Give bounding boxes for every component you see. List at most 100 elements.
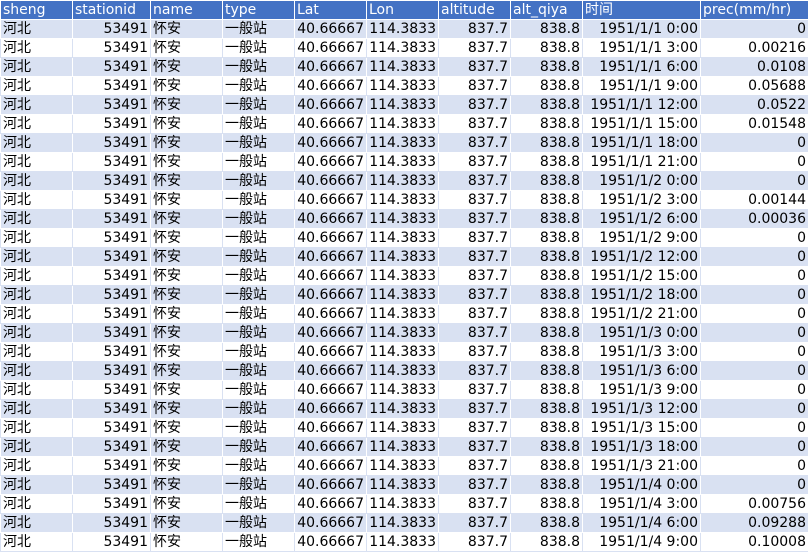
- cell-prec[interactable]: 0.0108: [700, 57, 808, 77]
- cell-altitude[interactable]: 837.7: [438, 190, 511, 210]
- cell-sheng[interactable]: 河北: [0, 228, 73, 248]
- cell-type[interactable]: 一般站: [222, 304, 295, 324]
- cell-prec[interactable]: 0.00216: [700, 38, 808, 58]
- cell-time[interactable]: 1951/1/1 18:00: [582, 133, 701, 153]
- cell-stationid[interactable]: 53491: [72, 19, 151, 39]
- cell-lon[interactable]: 114.3833: [366, 95, 439, 115]
- cell-lon[interactable]: 114.3833: [366, 342, 439, 362]
- cell-name[interactable]: 怀安: [150, 304, 223, 324]
- cell-altitude[interactable]: 837.7: [438, 342, 511, 362]
- cell-stationid[interactable]: 53491: [72, 95, 151, 115]
- cell-lat[interactable]: 40.66667: [294, 152, 367, 172]
- cell-altitude[interactable]: 837.7: [438, 209, 511, 229]
- cell-lon[interactable]: 114.3833: [366, 456, 439, 476]
- cell-sheng[interactable]: 河北: [0, 114, 73, 134]
- cell-lon[interactable]: 114.3833: [366, 171, 439, 191]
- cell-alt-qiya[interactable]: 838.8: [510, 342, 583, 362]
- cell-alt-qiya[interactable]: 838.8: [510, 494, 583, 514]
- cell-alt-qiya[interactable]: 838.8: [510, 152, 583, 172]
- cell-altitude[interactable]: 837.7: [438, 494, 511, 514]
- cell-time[interactable]: 1951/1/2 12:00: [582, 247, 701, 267]
- cell-name[interactable]: 怀安: [150, 456, 223, 476]
- cell-prec[interactable]: 0.01548: [700, 114, 808, 134]
- cell-prec[interactable]: 0: [700, 418, 808, 438]
- cell-altitude[interactable]: 837.7: [438, 228, 511, 248]
- cell-lat[interactable]: 40.66667: [294, 190, 367, 210]
- cell-name[interactable]: 怀安: [150, 437, 223, 457]
- cell-sheng[interactable]: 河北: [0, 171, 73, 191]
- cell-time[interactable]: 1951/1/3 21:00: [582, 456, 701, 476]
- cell-sheng[interactable]: 河北: [0, 304, 73, 324]
- cell-prec[interactable]: 0.00756: [700, 494, 808, 514]
- cell-sheng[interactable]: 河北: [0, 57, 73, 77]
- cell-sheng[interactable]: 河北: [0, 532, 73, 552]
- cell-sheng[interactable]: 河北: [0, 38, 73, 58]
- cell-prec[interactable]: 0: [700, 304, 808, 324]
- cell-lon[interactable]: 114.3833: [366, 418, 439, 438]
- cell-lat[interactable]: 40.66667: [294, 95, 367, 115]
- cell-sheng[interactable]: 河北: [0, 456, 73, 476]
- cell-lon[interactable]: 114.3833: [366, 19, 439, 39]
- cell-sheng[interactable]: 河北: [0, 361, 73, 381]
- cell-lon[interactable]: 114.3833: [366, 532, 439, 552]
- cell-name[interactable]: 怀安: [150, 380, 223, 400]
- cell-altitude[interactable]: 837.7: [438, 76, 511, 96]
- cell-alt-qiya[interactable]: 838.8: [510, 532, 583, 552]
- cell-sheng[interactable]: 河北: [0, 133, 73, 153]
- cell-alt-qiya[interactable]: 838.8: [510, 437, 583, 457]
- cell-sheng[interactable]: 河北: [0, 266, 73, 286]
- cell-alt-qiya[interactable]: 838.8: [510, 247, 583, 267]
- cell-time[interactable]: 1951/1/3 12:00: [582, 399, 701, 419]
- column-header-lat[interactable]: Lat: [294, 0, 367, 20]
- cell-name[interactable]: 怀安: [150, 361, 223, 381]
- cell-alt-qiya[interactable]: 838.8: [510, 266, 583, 286]
- cell-lat[interactable]: 40.66667: [294, 57, 367, 77]
- cell-stationid[interactable]: 53491: [72, 57, 151, 77]
- cell-lat[interactable]: 40.66667: [294, 133, 367, 153]
- cell-type[interactable]: 一般站: [222, 285, 295, 305]
- cell-lat[interactable]: 40.66667: [294, 513, 367, 533]
- cell-name[interactable]: 怀安: [150, 228, 223, 248]
- cell-alt-qiya[interactable]: 838.8: [510, 171, 583, 191]
- cell-type[interactable]: 一般站: [222, 437, 295, 457]
- cell-stationid[interactable]: 53491: [72, 247, 151, 267]
- cell-lat[interactable]: 40.66667: [294, 342, 367, 362]
- cell-prec[interactable]: 0.05688: [700, 76, 808, 96]
- cell-stationid[interactable]: 53491: [72, 494, 151, 514]
- cell-altitude[interactable]: 837.7: [438, 19, 511, 39]
- cell-stationid[interactable]: 53491: [72, 513, 151, 533]
- cell-lon[interactable]: 114.3833: [366, 76, 439, 96]
- column-header-time[interactable]: 时间: [582, 0, 701, 20]
- cell-lat[interactable]: 40.66667: [294, 19, 367, 39]
- cell-time[interactable]: 1951/1/1 9:00: [582, 76, 701, 96]
- cell-alt-qiya[interactable]: 838.8: [510, 361, 583, 381]
- cell-lon[interactable]: 114.3833: [366, 437, 439, 457]
- cell-time[interactable]: 1951/1/2 15:00: [582, 266, 701, 286]
- cell-stationid[interactable]: 53491: [72, 190, 151, 210]
- cell-stationid[interactable]: 53491: [72, 152, 151, 172]
- cell-sheng[interactable]: 河北: [0, 247, 73, 267]
- cell-name[interactable]: 怀安: [150, 285, 223, 305]
- cell-alt-qiya[interactable]: 838.8: [510, 285, 583, 305]
- cell-sheng[interactable]: 河北: [0, 437, 73, 457]
- cell-alt-qiya[interactable]: 838.8: [510, 228, 583, 248]
- cell-stationid[interactable]: 53491: [72, 361, 151, 381]
- cell-type[interactable]: 一般站: [222, 152, 295, 172]
- cell-alt-qiya[interactable]: 838.8: [510, 19, 583, 39]
- cell-name[interactable]: 怀安: [150, 513, 223, 533]
- cell-type[interactable]: 一般站: [222, 209, 295, 229]
- cell-altitude[interactable]: 837.7: [438, 418, 511, 438]
- cell-altitude[interactable]: 837.7: [438, 532, 511, 552]
- cell-name[interactable]: 怀安: [150, 171, 223, 191]
- cell-stationid[interactable]: 53491: [72, 418, 151, 438]
- cell-stationid[interactable]: 53491: [72, 342, 151, 362]
- cell-lon[interactable]: 114.3833: [366, 266, 439, 286]
- cell-altitude[interactable]: 837.7: [438, 361, 511, 381]
- cell-lon[interactable]: 114.3833: [366, 323, 439, 343]
- cell-type[interactable]: 一般站: [222, 19, 295, 39]
- cell-type[interactable]: 一般站: [222, 171, 295, 191]
- cell-type[interactable]: 一般站: [222, 266, 295, 286]
- cell-altitude[interactable]: 837.7: [438, 323, 511, 343]
- cell-prec[interactable]: 0.09288: [700, 513, 808, 533]
- cell-alt-qiya[interactable]: 838.8: [510, 399, 583, 419]
